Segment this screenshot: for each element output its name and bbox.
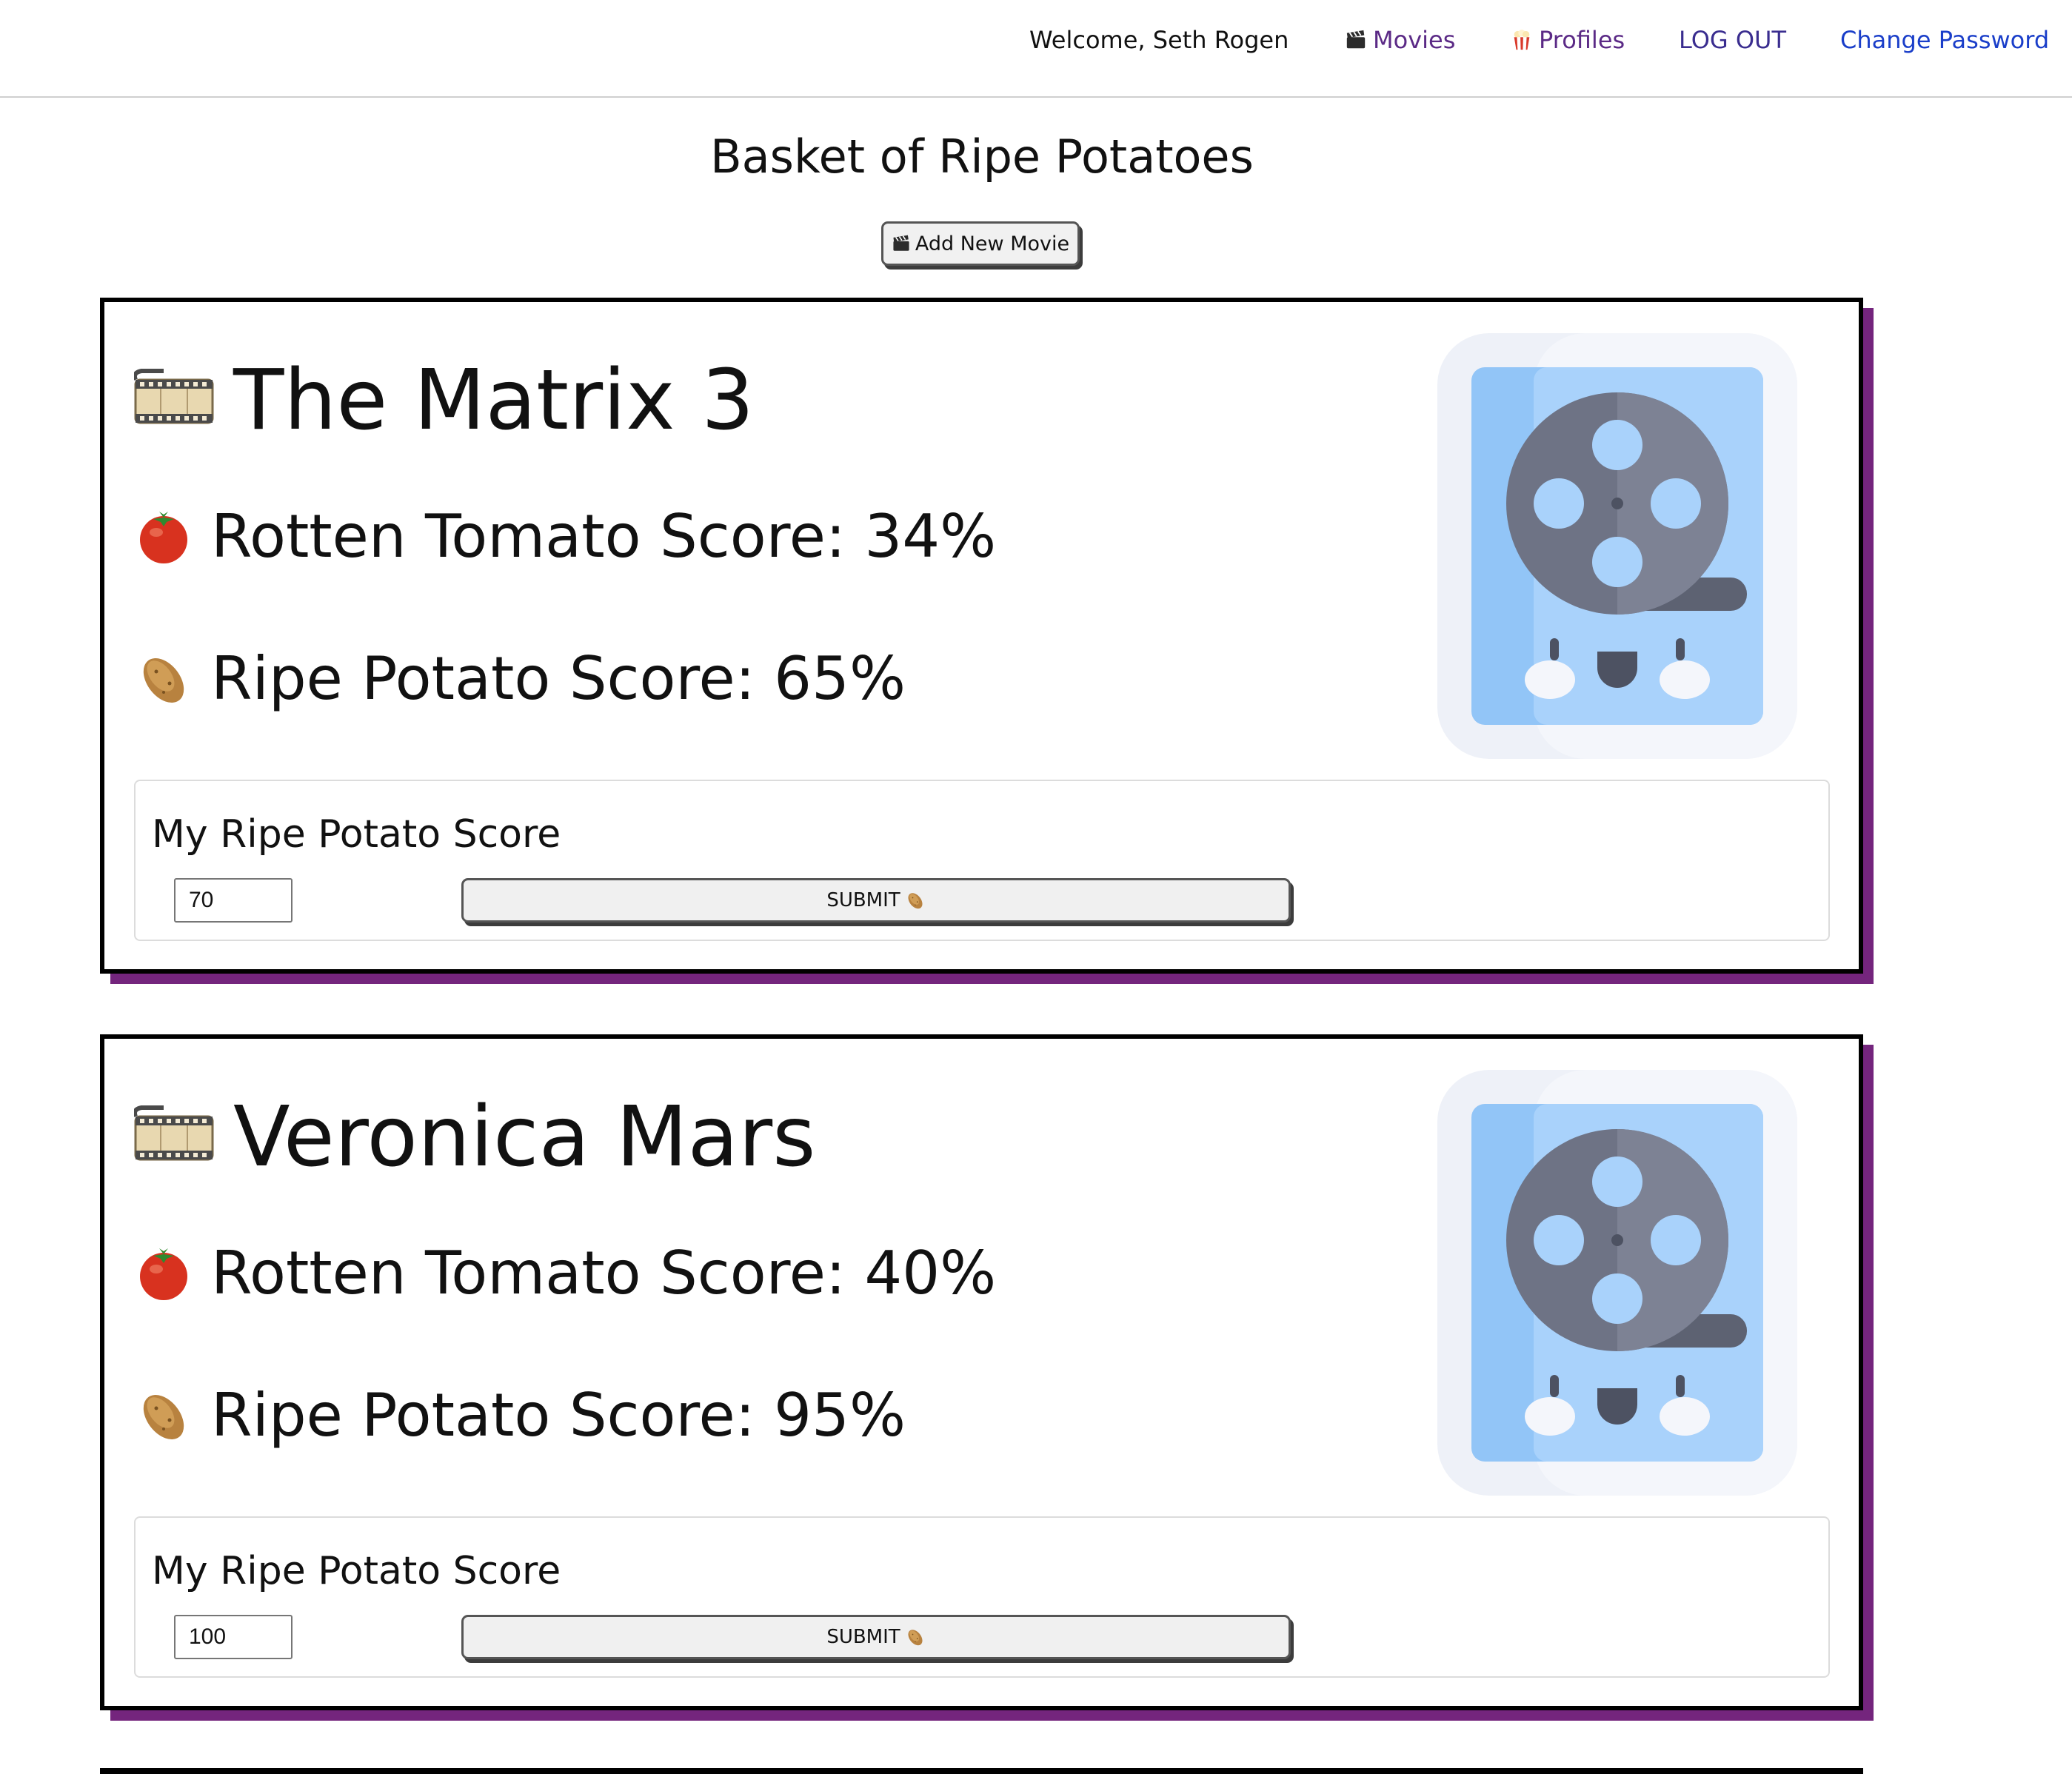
submit-label: SUBMIT xyxy=(826,889,900,911)
add-new-movie-button[interactable]: Add New Movie xyxy=(881,221,1080,266)
tomato-icon xyxy=(134,507,193,566)
rating-label: My Ripe Potato Score xyxy=(152,1549,561,1593)
nav-movies-label: Movies xyxy=(1373,26,1456,54)
change-password-link[interactable]: Change Password xyxy=(1840,22,2049,58)
nav-profiles-label: Profiles xyxy=(1539,26,1625,54)
rotten-tomato-score-text: Rotten Tomato Score: 34% xyxy=(211,502,997,571)
ripe-potato-score: Ripe Potato Score: 95% xyxy=(134,1381,906,1450)
movie-title: The Matrix 3 xyxy=(134,352,754,449)
top-nav: Welcome, Seth Rogen Movies Profiles LOG … xyxy=(0,0,2072,98)
submit-rating-button[interactable]: SUBMIT xyxy=(461,878,1291,923)
page-title: Basket of Ripe Potatoes xyxy=(710,130,1254,184)
rotten-tomato-score-text: Rotten Tomato Score: 40% xyxy=(211,1239,997,1308)
film-strip-icon xyxy=(134,365,214,436)
clapper-board-icon xyxy=(1345,29,1367,51)
rating-label: My Ripe Potato Score xyxy=(152,812,561,857)
popcorn-icon xyxy=(1511,29,1533,51)
movie-title: Veronica Mars xyxy=(134,1089,816,1185)
rating-form: My Ripe Potato Score 70 SUBMIT xyxy=(134,780,1830,941)
submit-label: SUBMIT xyxy=(826,1626,900,1648)
movie-title-text: The Matrix 3 xyxy=(233,352,755,449)
ripe-potato-score-text: Ripe Potato Score: 65% xyxy=(211,644,906,713)
film-strip-icon xyxy=(134,1102,214,1173)
ripe-potato-score-text: Ripe Potato Score: 95% xyxy=(211,1381,906,1450)
potato-icon xyxy=(905,1627,926,1647)
rating-input[interactable]: 70 xyxy=(174,878,293,923)
movie-card-body: Veronica Mars Rotten Tomato Score: 40% R… xyxy=(100,1034,1863,1710)
clapper-board-icon xyxy=(892,234,911,253)
movie-poster-image xyxy=(1437,1070,1797,1496)
logout-link[interactable]: LOG OUT xyxy=(1679,22,1786,58)
next-movie-card-edge xyxy=(100,1768,1863,1774)
rating-form: My Ripe Potato Score 100 SUBMIT xyxy=(134,1516,1830,1678)
nav-profiles-link[interactable]: Profiles xyxy=(1511,22,1625,58)
movie-title-text: Veronica Mars xyxy=(233,1089,816,1185)
welcome-text: Welcome, Seth Rogen xyxy=(1029,26,1289,54)
potato-icon xyxy=(134,649,193,709)
potato-icon xyxy=(134,1386,193,1445)
potato-icon xyxy=(905,890,926,911)
rating-input[interactable]: 100 xyxy=(174,1615,293,1659)
movie-card-body: The Matrix 3 Rotten Tomato Score: 34% Ri… xyxy=(100,298,1863,974)
ripe-potato-score: Ripe Potato Score: 65% xyxy=(134,644,906,713)
nav-movies-link[interactable]: Movies xyxy=(1345,22,1455,58)
submit-rating-button[interactable]: SUBMIT xyxy=(461,1615,1291,1659)
rotten-tomato-score: Rotten Tomato Score: 34% xyxy=(134,502,996,571)
tomato-icon xyxy=(134,1244,193,1303)
movie-poster-image xyxy=(1437,333,1797,759)
add-new-movie-label: Add New Movie xyxy=(915,232,1070,255)
rotten-tomato-score: Rotten Tomato Score: 40% xyxy=(134,1239,996,1308)
